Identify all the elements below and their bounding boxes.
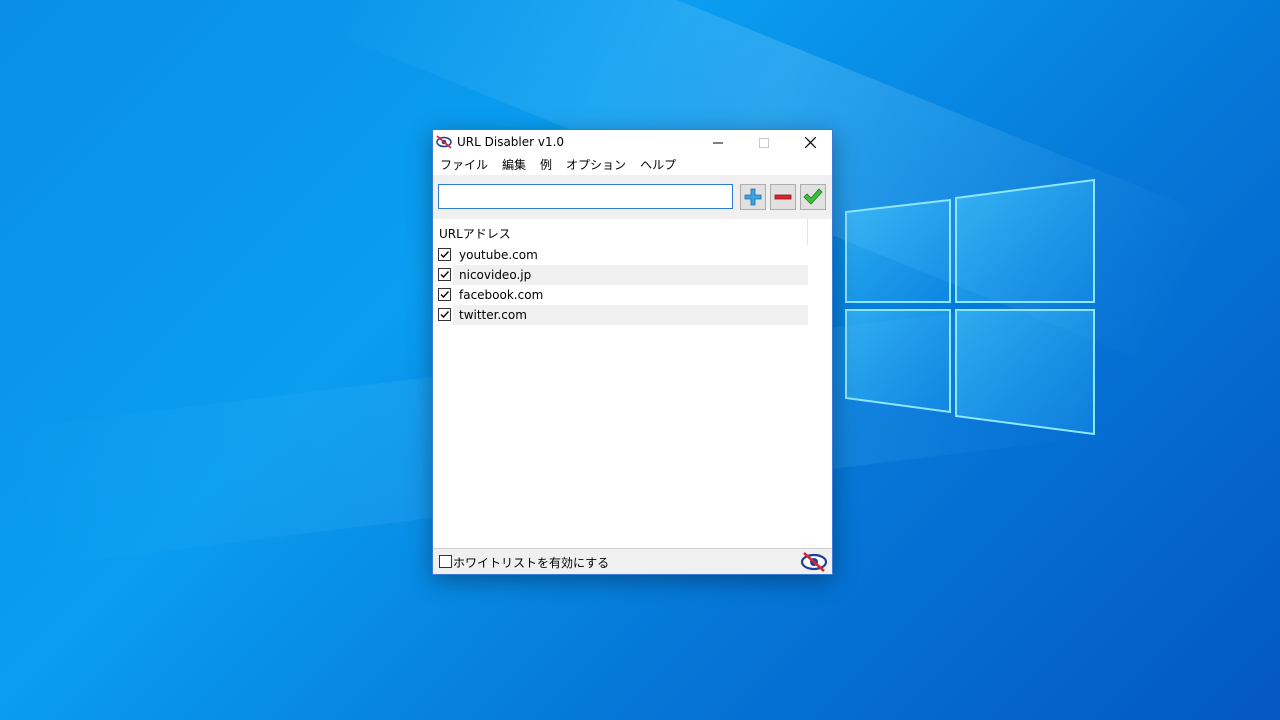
column-header-url[interactable]: URLアドレス (433, 219, 808, 245)
row-url: twitter.com (459, 308, 527, 322)
row-checkbox[interactable] (438, 248, 451, 261)
row-url: nicovideo.jp (459, 268, 532, 282)
menu-file[interactable]: ファイル (433, 155, 495, 175)
whitelist-checkbox[interactable] (439, 555, 452, 568)
list-item[interactable]: nicovideo.jp (433, 265, 808, 285)
menu-help[interactable]: ヘルプ (633, 155, 683, 175)
check-mark-icon (440, 271, 450, 279)
remove-url-button[interactable] (770, 184, 796, 210)
maximize-icon (759, 137, 769, 148)
close-icon (804, 137, 816, 148)
apply-button[interactable] (800, 184, 826, 210)
whitelist-label[interactable]: ホワイトリストを有効にする (453, 554, 609, 571)
minimize-icon (713, 142, 723, 143)
minimize-button[interactable] (695, 130, 741, 155)
check-mark-icon (440, 251, 450, 259)
eye-blocked-icon (800, 552, 828, 572)
minus-icon (774, 194, 792, 200)
toolbar (433, 175, 832, 219)
menu-edit[interactable]: 編集 (495, 155, 533, 175)
list-item[interactable]: facebook.com (433, 285, 808, 305)
menu-examples[interactable]: 例 (533, 155, 559, 175)
menu-options[interactable]: オプション (559, 155, 633, 175)
row-checkbox[interactable] (438, 268, 451, 281)
menu-bar: ファイル 編集 例 オプション ヘルプ (433, 155, 832, 175)
row-checkbox[interactable] (438, 288, 451, 301)
status-bar: ホワイトリストを有効にする (433, 548, 832, 574)
desktop-background: URL Disabler v1.0 ファイル 編集 例 オプション ヘルプ UR… (0, 0, 1280, 720)
row-url: youtube.com (459, 248, 538, 262)
app-window: URL Disabler v1.0 ファイル 編集 例 オプション ヘルプ UR… (432, 129, 833, 575)
column-header-label: URLアドレス (439, 227, 511, 241)
window-title: URL Disabler v1.0 (457, 135, 565, 149)
maximize-button[interactable] (741, 130, 787, 155)
list-item[interactable]: twitter.com (433, 305, 808, 325)
list-item[interactable]: youtube.com (433, 245, 808, 265)
add-url-button[interactable] (740, 184, 766, 210)
check-mark-icon (440, 291, 450, 299)
check-mark-icon (440, 311, 450, 319)
close-button[interactable] (787, 130, 833, 155)
row-url: facebook.com (459, 288, 544, 302)
eye-icon (436, 135, 452, 149)
row-checkbox[interactable] (438, 308, 451, 321)
checkmark-icon (803, 188, 823, 205)
windows-logo (845, 178, 1095, 436)
plus-icon (744, 188, 762, 206)
title-bar[interactable]: URL Disabler v1.0 (433, 130, 832, 155)
url-list: URLアドレス youtube.com nicovideo.jp faceboo… (433, 219, 832, 548)
url-input[interactable] (438, 184, 733, 209)
